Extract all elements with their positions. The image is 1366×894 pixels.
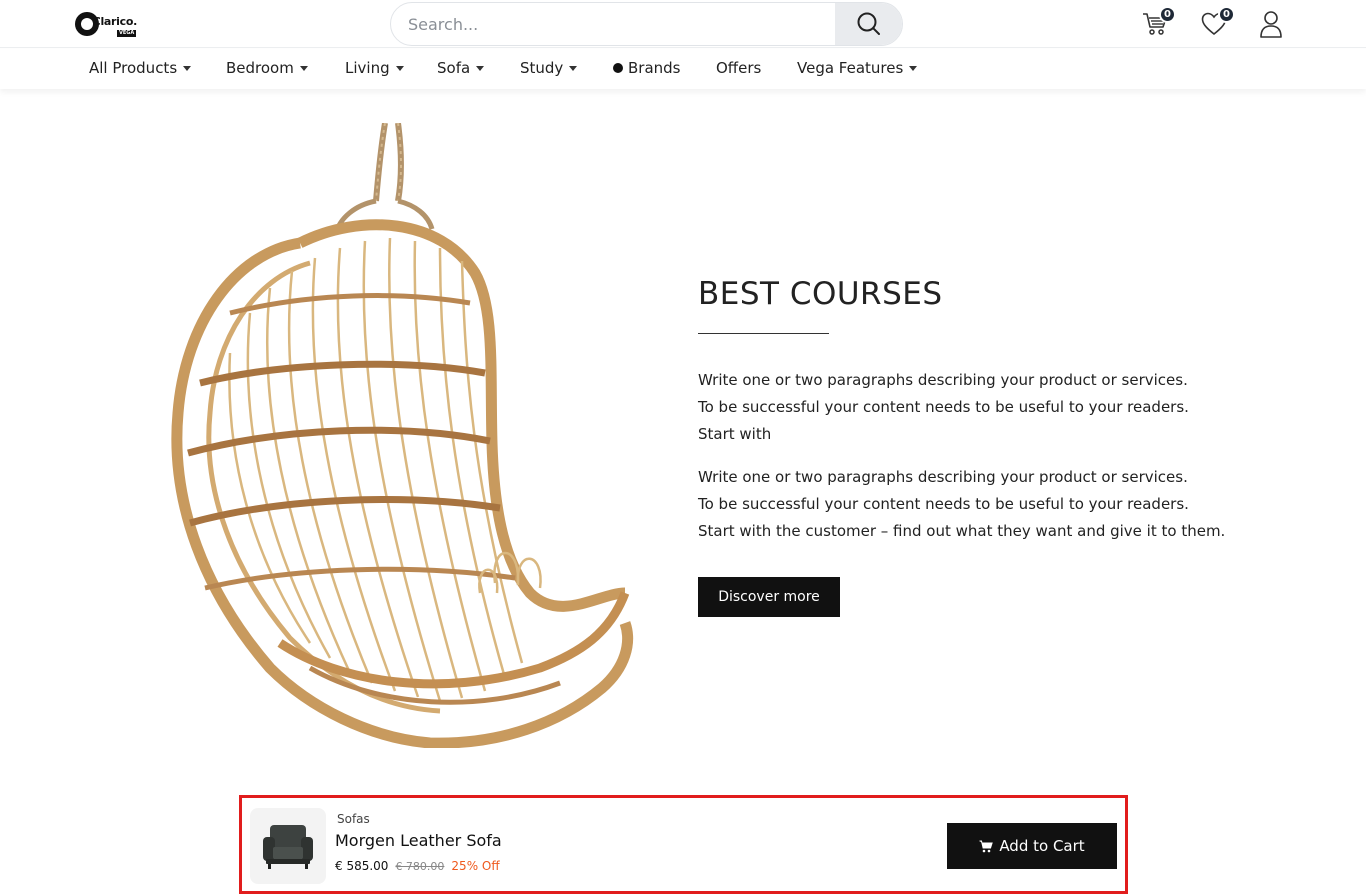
- search-button[interactable]: [835, 3, 902, 45]
- nav-label: Bedroom: [226, 59, 294, 77]
- paragraph-line: Start with: [698, 425, 772, 443]
- hero-paragraph-1: Write one or two paragraphs describing y…: [698, 367, 1258, 448]
- paragraph-line: To be successful your content needs to b…: [698, 398, 1189, 416]
- caret-down-icon: [183, 65, 192, 71]
- main-nav: All Products Bedroom Living Sofa Study B…: [0, 49, 1366, 89]
- add-to-cart-label: Add to Cart: [999, 837, 1085, 855]
- add-to-cart-button[interactable]: Add to Cart: [947, 823, 1117, 869]
- product-thumbnail[interactable]: [250, 808, 326, 884]
- cart-button[interactable]: 0: [1140, 6, 1176, 39]
- hanging-chair-image: [171, 123, 634, 748]
- cart-count-badge: 0: [1159, 6, 1176, 23]
- nav-offers[interactable]: Offers: [716, 59, 761, 77]
- nav-bedroom[interactable]: Bedroom: [226, 59, 308, 77]
- wishlist-count-badge: 0: [1218, 6, 1235, 23]
- search-input[interactable]: [391, 3, 835, 45]
- nav-sofa[interactable]: Sofa: [437, 59, 485, 77]
- search-icon: [857, 12, 880, 35]
- nav-label: Vega Features: [797, 59, 904, 77]
- discount-label: 25% Off: [451, 859, 500, 873]
- caret-down-icon: [476, 65, 485, 71]
- logo-subtext: VEGA: [117, 30, 137, 37]
- armchair-image: [263, 825, 313, 869]
- nav-label: All Products: [89, 59, 178, 77]
- product-name: Morgen Leather Sofa: [335, 831, 502, 850]
- dot-icon: [613, 63, 623, 73]
- caret-down-icon: [395, 65, 404, 71]
- site-logo[interactable]: Clarico. VEGA: [75, 11, 137, 37]
- nav-label: Study: [520, 59, 564, 77]
- nav-label: Sofa: [437, 59, 471, 77]
- paragraph-line: Write one or two paragraphs describing y…: [698, 371, 1188, 389]
- old-price: € 780.00: [395, 860, 445, 873]
- product-category: Sofas: [337, 812, 370, 826]
- caret-down-icon: [569, 65, 578, 71]
- nav-label: Offers: [716, 59, 762, 77]
- nav-study[interactable]: Study: [520, 59, 578, 77]
- caret-down-icon: [909, 65, 918, 71]
- search-bar: [390, 2, 903, 46]
- logo-text: Clarico.: [92, 14, 138, 28]
- current-price: € 585.00: [335, 859, 389, 873]
- user-icon: [1260, 11, 1282, 38]
- hero-title: BEST COURSES: [698, 276, 943, 312]
- nav-label: Brands: [628, 59, 681, 77]
- product-price-row: € 585.00 € 780.00 25% Off: [335, 859, 500, 873]
- paragraph-line: Write one or two paragraphs describing y…: [698, 468, 1188, 486]
- nav-brands[interactable]: Brands: [613, 59, 681, 77]
- title-divider: [698, 333, 829, 334]
- paragraph-line: Start with the customer – find out what …: [698, 522, 1226, 540]
- cart-icon: [979, 840, 994, 852]
- sticky-product-bar: Sofas Morgen Leather Sofa € 585.00 € 780…: [239, 795, 1128, 894]
- nav-vega-features[interactable]: Vega Features: [797, 59, 918, 77]
- nav-label: Living: [345, 59, 390, 77]
- hero-paragraph-2: Write one or two paragraphs describing y…: [698, 464, 1258, 545]
- caret-down-icon: [299, 65, 308, 71]
- paragraph-line: To be successful your content needs to b…: [698, 495, 1189, 513]
- nav-all-products[interactable]: All Products: [89, 59, 192, 77]
- wishlist-button[interactable]: 0: [1199, 6, 1235, 39]
- top-header: Clarico. VEGA 0 0: [0, 0, 1366, 48]
- account-button[interactable]: [1256, 9, 1286, 39]
- nav-living[interactable]: Living: [345, 59, 404, 77]
- discover-more-button[interactable]: Discover more: [698, 577, 840, 617]
